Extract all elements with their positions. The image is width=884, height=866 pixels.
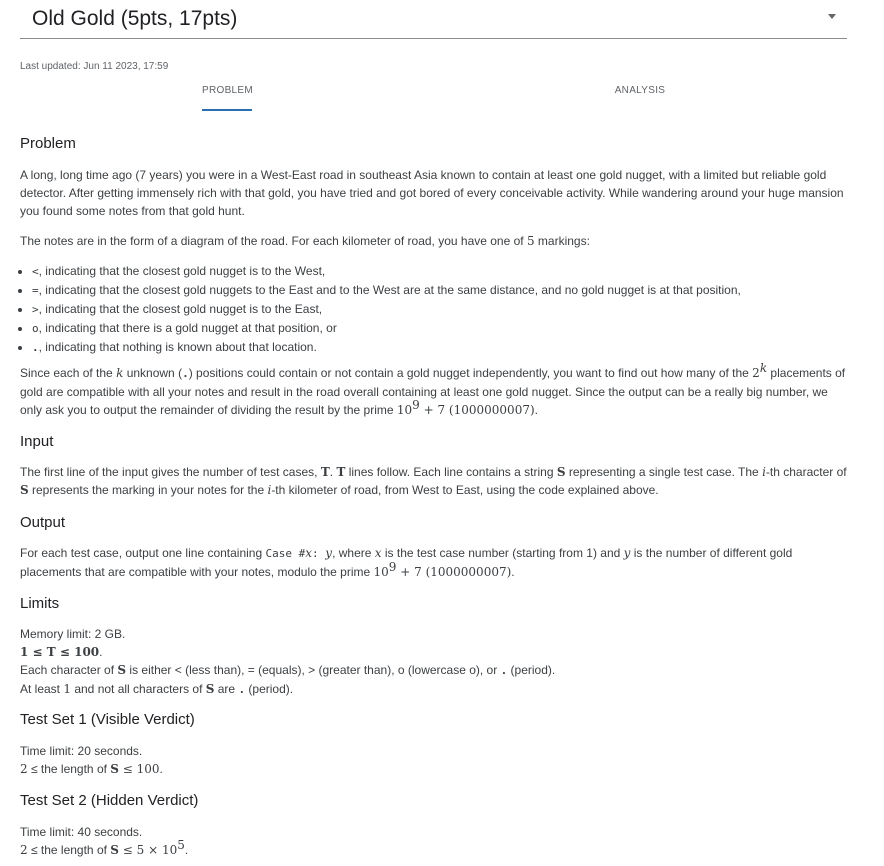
problem-title: Old Gold (5pts, 17pts): [32, 7, 238, 30]
heading-limits: Limits: [20, 595, 60, 612]
list-item: >, indicating that the closest gold nugg…: [32, 300, 847, 319]
list-item: ., indicating that nothing is known abou…: [32, 338, 847, 357]
test-set-2-length-range: 2 ≤ the length of S ≤ 5 × 105.: [20, 838, 189, 857]
list-item: o, indicating that there is a gold nugge…: [32, 319, 847, 338]
test-set-1-time-limit: Time limit: 20 seconds.: [20, 744, 143, 758]
chevron-down-icon[interactable]: [828, 14, 836, 19]
heading-test-set-1: Test Set 1 (Visible Verdict): [20, 711, 195, 728]
period-constraint: At least 1 and not all characters of S a…: [20, 682, 294, 696]
memory-limit: Memory limit: 2 GB.: [20, 627, 126, 641]
problem-paragraph-3: Since each of the k unknown (.) position…: [20, 361, 846, 417]
tab-problem[interactable]: PROBLEM: [202, 85, 253, 96]
heading-problem: Problem: [20, 135, 76, 152]
character-constraint: Each character of S is either < (less th…: [20, 663, 556, 677]
active-tab-indicator: [202, 109, 252, 111]
problem-selector-dropdown[interactable]: Old Gold (5pts, 17pts): [20, 0, 847, 39]
test-set-2-time-limit: Time limit: 40 seconds.: [20, 825, 143, 839]
list-item: =, indicating that the closest gold nugg…: [32, 281, 847, 300]
heading-output: Output: [20, 514, 66, 531]
output-paragraph: For each test case, output one line cont…: [20, 546, 793, 579]
last-updated-text: Last updated: Jun 11 2023, 17:59: [20, 61, 169, 72]
test-case-range: 1 ≤ T ≤ 100.: [20, 645, 103, 659]
marking-list: <, indicating that the closest gold nugg…: [20, 262, 847, 357]
input-paragraph: The first line of the input gives the nu…: [20, 465, 847, 497]
problem-paragraph-2: The notes are in the form of a diagram o…: [20, 234, 590, 248]
test-set-1-length-range: 2 ≤ the length of S ≤ 100.: [20, 762, 163, 776]
heading-test-set-2: Test Set 2 (Hidden Verdict): [20, 792, 199, 809]
problem-paragraph-1: A long, long time ago (7 years) you were…: [20, 168, 844, 218]
tab-analysis[interactable]: ANALYSIS: [614, 85, 666, 96]
problem-page: Old Gold (5pts, 17pts) Last updated: Jun…: [20, 0, 847, 857]
heading-input: Input: [20, 433, 54, 450]
list-item: <, indicating that the closest gold nugg…: [32, 262, 847, 281]
